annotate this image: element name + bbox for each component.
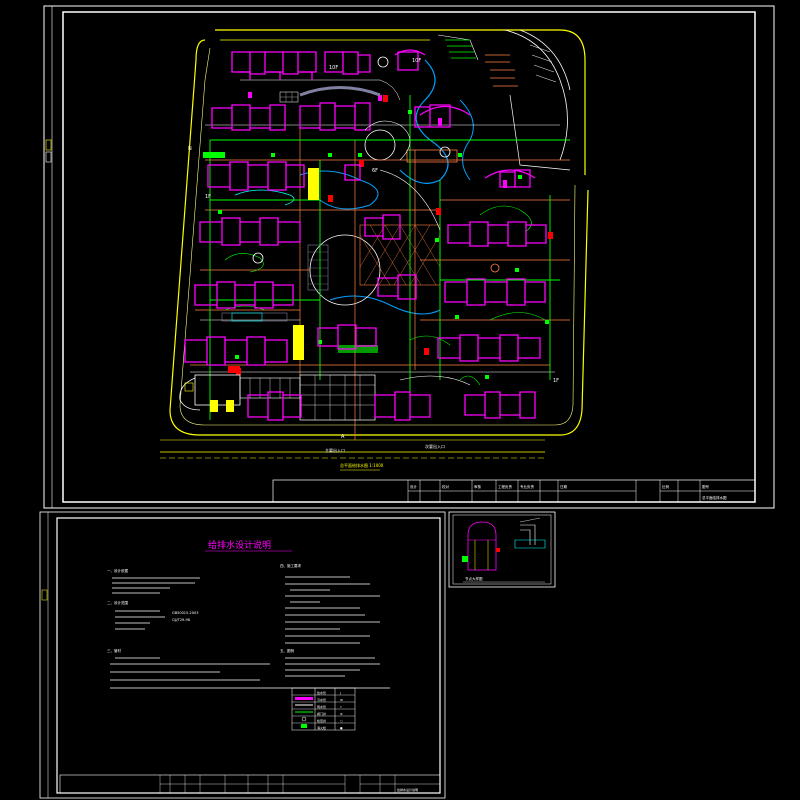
site-plan-sheet: 10F 10F 6F 1F 1F N A 主要出入口 次要出入口 总平面给排水图…: [43, 5, 775, 509]
notes-sheet-inner: [56, 517, 441, 794]
floor-label: 6F: [372, 168, 378, 174]
legend-label: 给水管: [317, 690, 326, 695]
fire-hydrants: [236, 95, 553, 375]
north-mark: N: [188, 146, 192, 152]
yellow-facility-block: [308, 168, 319, 200]
title-cell: 审核: [474, 484, 482, 489]
notes-text-left: [112, 577, 200, 594]
floor-label: 1F: [553, 378, 559, 384]
water-supply-pipes: [209, 95, 570, 420]
legend-code: W: [340, 698, 343, 702]
legend-code: ●: [340, 726, 343, 730]
detail-fitting: [496, 548, 500, 552]
title-cell: 专业负责: [520, 484, 534, 489]
feature-circle: [252, 252, 264, 264]
title-cell: 日期: [560, 484, 568, 489]
legend-label: 阀门井: [317, 711, 326, 716]
parking-stripes: [485, 54, 518, 87]
legend-code: Y: [340, 705, 342, 709]
notes-sheet: 给排水设计说明 一、设计依据 二、设计范围 GB50015-2003 CJJ/T…: [39, 511, 446, 799]
section-heading: 四、施工要求: [280, 563, 301, 568]
road-edge: [437, 34, 479, 61]
detail-sheet-outer: [448, 511, 556, 588]
title-cell: 图号: [702, 484, 710, 489]
legend-label: 雨水管: [317, 704, 326, 709]
notes-text-right: [285, 657, 380, 677]
sheet-inner-border: [62, 11, 756, 503]
floor-label: 10F: [329, 65, 338, 71]
grid-hatch: [280, 92, 298, 102]
legend-label: 污水管: [317, 697, 326, 702]
detail-fitting: [462, 556, 468, 562]
section-heading: 三、管材: [107, 648, 121, 653]
pond-edge: [234, 189, 295, 206]
detail-leader: [519, 517, 541, 523]
title-cell: 比例: [662, 484, 670, 489]
notes-text-right: [285, 576, 380, 644]
green-marker: [203, 152, 225, 158]
legend-code: ⊗: [340, 712, 343, 716]
road-label: 主要出入口: [325, 447, 345, 453]
sheet-outer-border: [43, 5, 775, 509]
section-mark: A: [341, 434, 345, 440]
gray-road-band: [299, 86, 381, 97]
road-label: 次要出入口: [425, 443, 445, 449]
yellow-facility-block: [293, 325, 304, 360]
notes-title-block: 给排水设计说明: [59, 774, 441, 794]
detail-sheet: 节点大样图: [448, 511, 556, 588]
binding-mark: [45, 151, 52, 163]
legend-code: ○: [340, 719, 343, 723]
feature-circle: [439, 146, 451, 158]
title-cell: 校对: [442, 484, 450, 489]
feature-circle: [377, 56, 389, 68]
feature-circle: [490, 263, 500, 273]
notes-sheet-outer: [39, 511, 446, 799]
drawing-name: 总平面给排水图: [702, 495, 727, 500]
code-ref: GB50015-2003: [172, 611, 198, 615]
curved-road: [504, 29, 568, 161]
floor-label: 1F: [205, 194, 211, 200]
section-heading: 二、设计范围: [107, 600, 128, 605]
detail-section: [520, 524, 536, 545]
plan-title: 总平面给排水图 1:1000: [340, 462, 384, 468]
notes-title: 给排水设计说明: [208, 539, 271, 551]
binding-mark: [45, 139, 52, 151]
detail-title: 节点大样图: [465, 576, 483, 581]
detail-chamber: [467, 521, 497, 571]
legend-table: 给水管 污水管 雨水管 阀门井 检查井 消火栓 J W Y ⊗ ○ ●: [291, 687, 356, 731]
plaza-curve: [364, 120, 411, 161]
road-edge: [509, 94, 571, 171]
plaza-curve: [399, 375, 471, 386]
section-heading: 一、设计依据: [107, 568, 128, 573]
code-ref: CJJ/T29-98: [172, 618, 190, 622]
title-cell: 工程负责: [498, 484, 512, 489]
title-block: 设计 校对 审核 工程负责 专业负责 日期 比例 图号 总平面给排水图: [272, 479, 756, 503]
notes-drawing-name: 给排水设计说明: [397, 787, 418, 792]
notes-text-left: [115, 610, 165, 630]
floor-label: 10F: [412, 58, 421, 64]
cad-drawing-canvas: 10F 10F 6F 1F 1F N A 主要出入口 次要出入口 总平面给排水图…: [39, 5, 775, 799]
notes-text-left: [110, 657, 390, 689]
legend-label: 消火栓: [317, 725, 326, 730]
legend-code: J: [339, 691, 341, 695]
legend-label: 检查井: [317, 718, 326, 723]
title-cell: 设计: [410, 484, 418, 489]
section-heading: 五、图例: [280, 648, 294, 653]
binding-mark: [41, 589, 48, 601]
